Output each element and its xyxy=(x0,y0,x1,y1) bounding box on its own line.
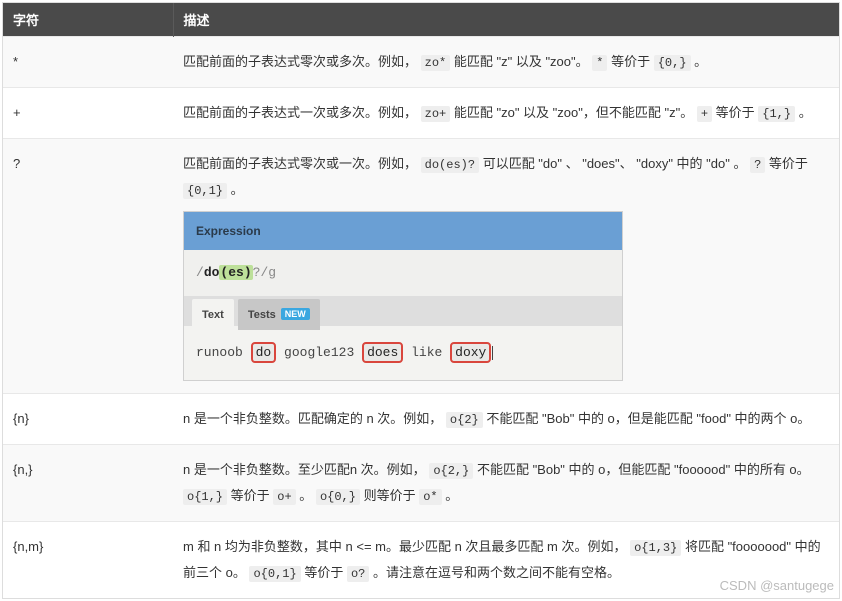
code-snippet: o{1,3} xyxy=(630,540,681,556)
text-cursor xyxy=(492,346,493,360)
regex-flags: g xyxy=(268,265,276,280)
desc-text: 。 xyxy=(231,182,244,197)
code-snippet: zo* xyxy=(421,55,451,71)
tester-expression-body[interactable]: /do(es)?/g xyxy=(184,250,622,296)
regex-tester-widget: Expression /do(es)?/g Text Tests NEW run… xyxy=(183,211,623,381)
tab-tests[interactable]: Tests NEW xyxy=(238,299,320,330)
code-snippet: * xyxy=(592,55,607,71)
desc-cell: n 是一个非负整数。至少匹配n 次。例如， o{2,} 不能匹配 "Bob" 中… xyxy=(173,445,839,522)
desc-text: 匹配前面的子表达式一次或多次。例如， xyxy=(183,105,417,120)
regex-match: do xyxy=(251,342,277,363)
desc-text: 。 xyxy=(445,488,458,503)
code-snippet: + xyxy=(697,106,712,122)
code-snippet: o{2} xyxy=(446,412,483,428)
tester-sample-text[interactable]: runoob do google123 does like doxy xyxy=(184,326,622,380)
desc-text: 等价于 xyxy=(769,156,808,171)
badge-new: NEW xyxy=(281,308,310,320)
code-snippet: o{0,1} xyxy=(249,566,300,582)
desc-cell: 匹配前面的子表达式零次或多次。例如， zo* 能匹配 "z" 以及 "zoo"。… xyxy=(173,37,839,88)
char-cell: {n} xyxy=(3,394,173,445)
table-row: {n} n 是一个非负整数。匹配确定的 n 次。例如， o{2} 不能匹配 "B… xyxy=(3,394,839,445)
regex-group: (es) xyxy=(219,265,252,280)
desc-text: 匹配前面的子表达式零次或一次。例如， xyxy=(183,156,417,171)
table-header-row: 字符 描述 xyxy=(3,3,839,37)
table: 字符 描述 * 匹配前面的子表达式零次或多次。例如， zo* 能匹配 "z" 以… xyxy=(3,3,839,598)
regex-reference-table: 字符 描述 * 匹配前面的子表达式零次或多次。例如， zo* 能匹配 "z" 以… xyxy=(2,2,840,599)
code-snippet: zo+ xyxy=(421,106,451,122)
code-snippet: o* xyxy=(419,489,441,505)
desc-text: 。 xyxy=(799,105,812,120)
desc-text: n 是一个非负整数。至少匹配n 次。例如， xyxy=(183,462,426,477)
desc-text: 等价于 xyxy=(304,565,347,580)
regex-match: does xyxy=(362,342,403,363)
code-snippet: o? xyxy=(347,566,369,582)
table-row: ? 匹配前面的子表达式零次或一次。例如， do(es)? 可以匹配 "do" 、… xyxy=(3,139,839,394)
header-desc: 描述 xyxy=(173,3,839,37)
desc-text: 等价于 xyxy=(611,54,654,69)
header-char: 字符 xyxy=(3,3,173,37)
code-snippet: {0,1} xyxy=(183,183,227,199)
code-snippet: ? xyxy=(750,157,765,173)
sample-word: google123 xyxy=(284,345,354,360)
desc-text: 。请注意在逗号和两个数之间不能有空格。 xyxy=(373,565,620,580)
tester-tabs: Text Tests NEW xyxy=(184,296,622,326)
desc-text: 。 xyxy=(694,54,707,69)
table-row: + 匹配前面的子表达式一次或多次。例如， zo+ 能匹配 "zo" 以及 "zo… xyxy=(3,88,839,139)
desc-cell: n 是一个非负整数。匹配确定的 n 次。例如， o{2} 不能匹配 "Bob" … xyxy=(173,394,839,445)
desc-text: 。 xyxy=(299,488,312,503)
char-cell: * xyxy=(3,37,173,88)
desc-text: 等价于 xyxy=(231,488,274,503)
desc-text: 匹配前面的子表达式零次或多次。例如， xyxy=(183,54,417,69)
char-cell: ? xyxy=(3,139,173,394)
desc-text: 能匹配 "zo" 以及 "zoo"，但不能匹配 "z"。 xyxy=(454,105,693,120)
code-snippet: o+ xyxy=(273,489,295,505)
desc-text: 不能匹配 "Bob" 中的 o，但是能匹配 "food" 中的两个 o。 xyxy=(486,411,810,426)
desc-cell: 匹配前面的子表达式零次或一次。例如， do(es)? 可以匹配 "do" 、 "… xyxy=(173,139,839,394)
code-snippet: o{1,} xyxy=(183,489,227,505)
sample-word: runoob xyxy=(196,345,243,360)
code-snippet: o{0,} xyxy=(316,489,360,505)
table-row: {n,} n 是一个非负整数。至少匹配n 次。例如， o{2,} 不能匹配 "B… xyxy=(3,445,839,522)
desc-text: n 是一个非负整数。匹配确定的 n 次。例如， xyxy=(183,411,442,426)
table-row: * 匹配前面的子表达式零次或多次。例如， zo* 能匹配 "z" 以及 "zoo… xyxy=(3,37,839,88)
code-snippet: {0,} xyxy=(654,55,691,71)
desc-text: m 和 n 均为非负整数，其中 n <= m。最少匹配 n 次且最多匹配 m 次… xyxy=(183,539,626,554)
desc-text: 能匹配 "z" 以及 "zoo"。 xyxy=(454,54,589,69)
tab-text[interactable]: Text xyxy=(192,299,234,330)
desc-cell: 匹配前面的子表达式一次或多次。例如， zo+ 能匹配 "zo" 以及 "zoo"… xyxy=(173,88,839,139)
code-snippet: o{2,} xyxy=(429,463,473,479)
char-cell: + xyxy=(3,88,173,139)
desc-text: 不能匹配 "Bob" 中的 o，但能匹配 "foooood" 中的所有 o。 xyxy=(477,462,810,477)
regex-literal: do xyxy=(204,265,220,280)
sample-word: like xyxy=(411,345,442,360)
code-snippet: {1,} xyxy=(758,106,795,122)
desc-text: 等价于 xyxy=(716,105,759,120)
desc-text: 可以匹配 "do" 、 "does"、 "doxy" 中的 "do" 。 xyxy=(483,156,747,171)
desc-text: 则等价于 xyxy=(364,488,420,503)
regex-match: doxy xyxy=(450,342,491,363)
tester-expression-header[interactable]: Expression xyxy=(184,212,622,250)
char-cell: {n,} xyxy=(3,445,173,522)
tab-tests-label: Tests xyxy=(248,309,276,321)
regex-delim: / xyxy=(196,265,204,280)
code-snippet: do(es)? xyxy=(421,157,479,173)
